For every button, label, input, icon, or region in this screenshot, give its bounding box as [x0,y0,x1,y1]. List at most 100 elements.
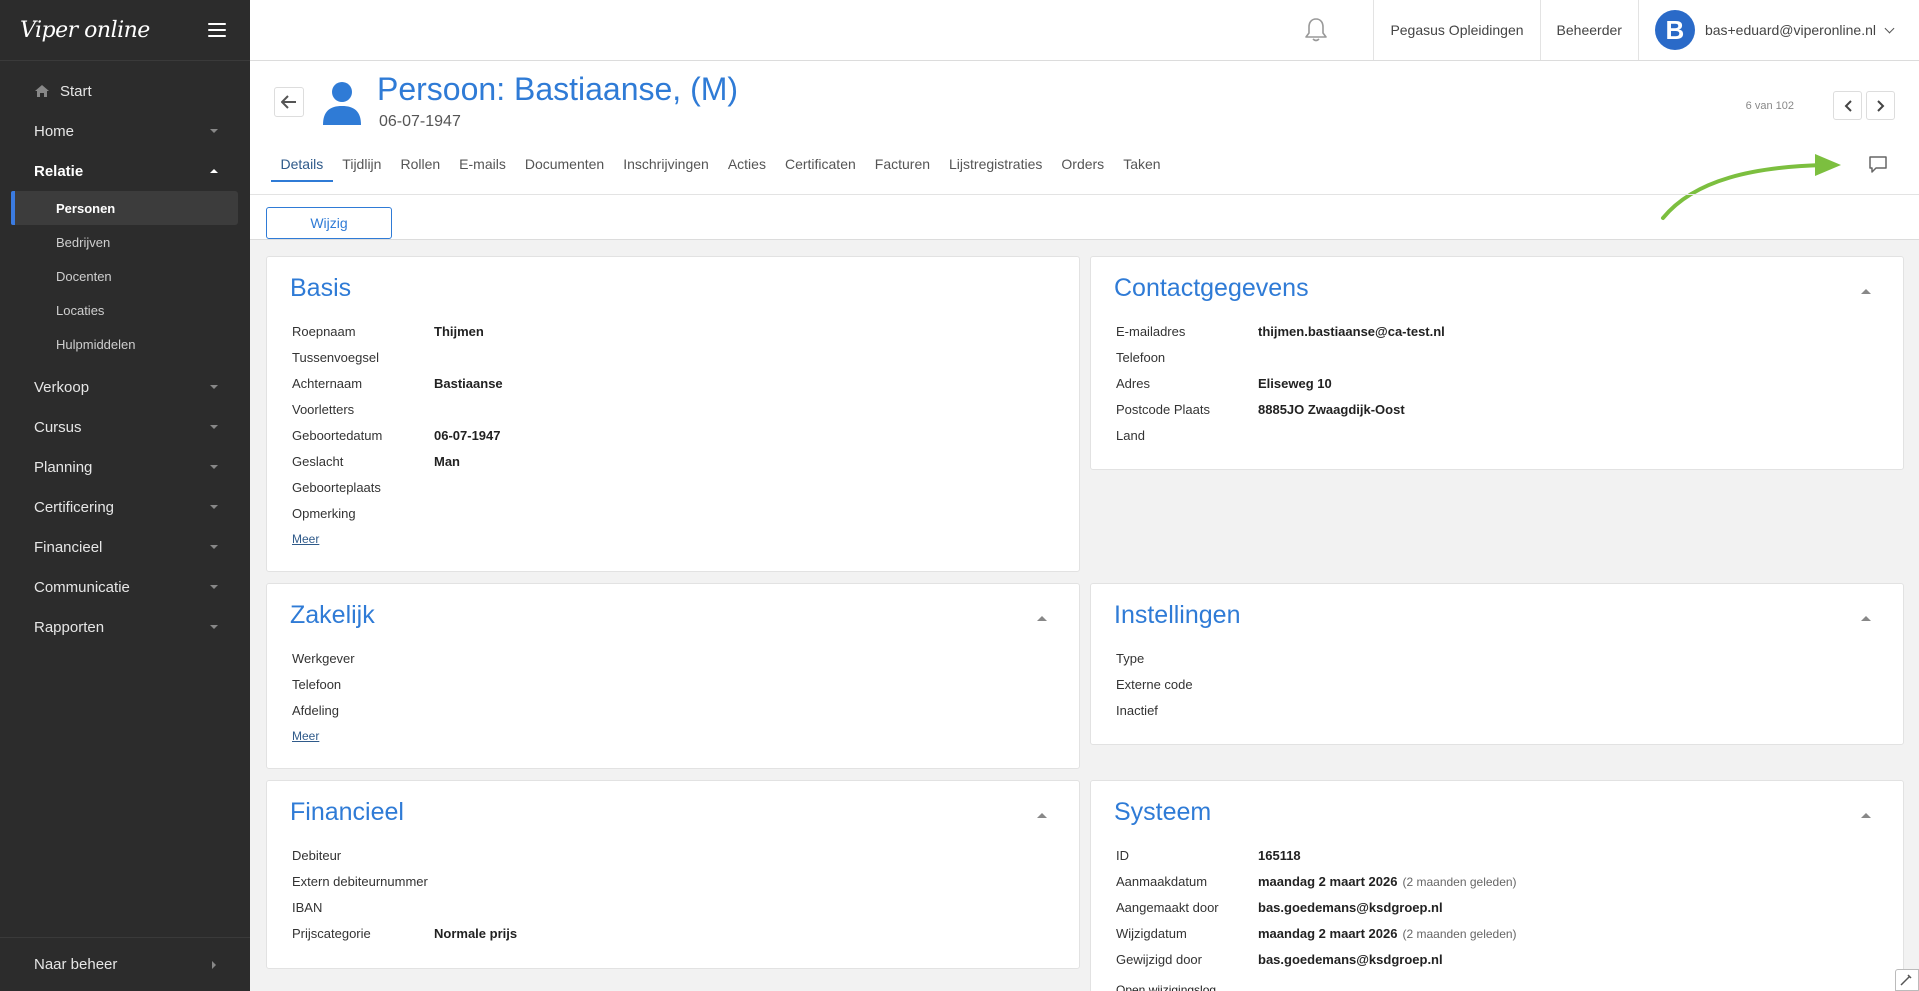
field-value: Man [434,453,460,469]
sidebar-subitem-locaties[interactable]: Locaties [12,293,238,327]
field-label: Aangemaakt door [1116,899,1219,915]
sidebar-subitem-bedrijven[interactable]: Bedrijven [12,225,238,259]
sidebar-item-verkoop[interactable]: Verkoop [0,367,250,407]
field-label: Afdeling [292,702,339,718]
field-value: bas.goedemans@ksdgroep.nl [1258,952,1443,967]
sidebar-item-label: Verkoop [34,378,90,396]
tab-inschrijvingen[interactable]: Inschrijvingen [614,153,719,182]
field-row: Prijscategorie Normale prijs [292,920,517,946]
collapse-icon[interactable] [1861,616,1871,621]
sidebar-item-certificering[interactable]: Certificering [0,487,250,527]
comment-icon[interactable] [1867,154,1889,174]
more-link[interactable]: Meer [292,532,503,546]
sidebar-subitem-personen[interactable]: Personen [11,191,238,225]
collapse-icon[interactable] [1037,616,1047,621]
avatar: B [1654,10,1695,50]
card-contactgegevens: Contactgegevens E-mailadres thijmen.basti… [1090,256,1904,470]
sidebar-item-cursus[interactable]: Cursus [0,407,250,447]
field-list: Debiteur Extern debiteurnummer IBAN Prij… [292,842,517,946]
collapse-icon[interactable] [1861,813,1871,818]
field-label: Adres [1116,375,1150,391]
field-row: Inactief [1116,697,1258,723]
field-label: Type [1116,650,1145,666]
chevron-right-icon [1876,99,1884,112]
page-header: Persoon: Bastiaanse, (M) 06-07-1947 6 va… [250,61,1919,240]
relative-time: (2 maanden geleden) [1402,926,1517,941]
tab-rollen[interactable]: Rollen [391,153,450,182]
edit-button[interactable]: Wijzig [266,207,392,239]
sidebar-item-label: Start [60,82,92,100]
sidebar-item-label: Financieel [34,538,103,556]
field-value: 06-07-1947 [434,427,501,443]
field-label: Achternaam [292,375,363,391]
bell-icon [1305,18,1328,42]
field-list: Type Externe code Inactief [1116,645,1258,723]
card-title: Financieel [290,798,404,826]
user-menu[interactable]: B bas+eduard@viperonline.nl [1637,0,1919,60]
sidebar-item-label: Certificering [34,498,115,516]
corner-tool-button[interactable] [1895,969,1919,991]
tab-documenten[interactable]: Documenten [515,153,613,182]
collapse-icon[interactable] [1037,813,1047,818]
sidebar-item-naar-beheer[interactable]: Naar beheer [0,937,250,991]
field-value-text: bas.goedemans@ksdgroep.nl [1258,899,1443,915]
tab-facturen[interactable]: Facturen [865,153,939,182]
sidebar-subitem-docenten[interactable]: Docenten [12,259,238,293]
field-row: Roepnaam Thijmen [292,318,503,344]
arrow-left-icon [281,95,296,109]
open-change-log-link[interactable]: Open wijzigingslog [1116,983,1216,991]
sidebar-item-label: Home [34,122,75,140]
field-label: Telefoon [1116,349,1166,365]
next-record-button[interactable] [1866,91,1895,120]
sidebar-item-communicatie[interactable]: Communicatie [0,567,250,607]
tab-taken[interactable]: Taken [1114,153,1170,182]
card-instellingen: Instellingen Type Externe code Inactief [1090,583,1904,745]
field-label: Geboorteplaats [292,479,381,495]
field-value: maandag 2 maart 2026 (2 maanden geleden) [1258,874,1517,889]
sidebar-item-financieel[interactable]: Financieel [0,527,250,567]
sidebar-item-label: Planning [34,458,93,476]
card-title: Contactgegevens [1114,274,1309,302]
sidebar-item-relatie[interactable]: Relatie [0,151,250,191]
tab-acties[interactable]: Acties [718,153,775,182]
more-link[interactable]: Meer [292,729,434,743]
collapse-icon[interactable] [1861,289,1871,294]
field-label: Telefoon [292,676,342,692]
tab-orders[interactable]: Orders [1052,153,1114,182]
card-title: Systeem [1114,798,1212,826]
field-label: Geboortedatum [292,427,383,443]
sidebar-item-label: Naar beheer [34,956,118,973]
role-selector[interactable]: Beheerder [1539,0,1638,60]
tab-details[interactable]: Details [271,153,333,182]
field-row: ID 165118 [1116,842,1517,868]
sidebar-item-rapporten[interactable]: Rapporten [0,607,250,647]
field-list: E-mailadres thijmen.bastiaanse@ca-test.nl… [1116,318,1445,448]
field-row: Telefoon [1116,344,1445,370]
field-value: Eliseweg 10 [1258,375,1332,391]
back-button[interactable] [274,87,304,117]
field-value: 165118 [1258,848,1301,863]
pager-count: 6 van 102 [1745,100,1794,112]
tab-lijstregistraties[interactable]: Lijstregistraties [940,153,1052,182]
sidebar-item-planning[interactable]: Planning [0,447,250,487]
chevron-right-icon [212,960,216,969]
app-logo[interactable]: Viper online [20,18,150,43]
card-basis: Basis Roepnaam Thijmen Tussenvoegsel Acht… [266,256,1080,572]
tab-e-mails[interactable]: E-mails [450,153,516,182]
organization-selector[interactable]: Pegasus Opleidingen [1373,0,1539,60]
field-list: Roepnaam Thijmen Tussenvoegsel Achternaam… [292,318,503,547]
field-row: Land [1116,422,1445,448]
field-label: Voorletters [292,401,355,417]
tab-tijdlijn[interactable]: Tijdlijn [333,153,391,182]
sidebar-item-start[interactable]: Start [0,71,250,111]
tab-certificaten[interactable]: Certificaten [775,153,865,182]
chevron-down-icon [210,129,218,133]
sidebar-item-home[interactable]: Home [0,111,250,151]
field-value: thijmen.bastiaanse@ca-test.nl [1258,323,1445,339]
notifications-button[interactable] [1259,0,1373,60]
previous-record-button[interactable] [1833,91,1862,120]
chevron-down-icon [210,425,218,429]
menu-icon[interactable] [208,23,226,37]
sidebar-subitem-hulpmiddelen[interactable]: Hulpmiddelen [12,327,238,361]
field-label: ID [1116,847,1129,863]
